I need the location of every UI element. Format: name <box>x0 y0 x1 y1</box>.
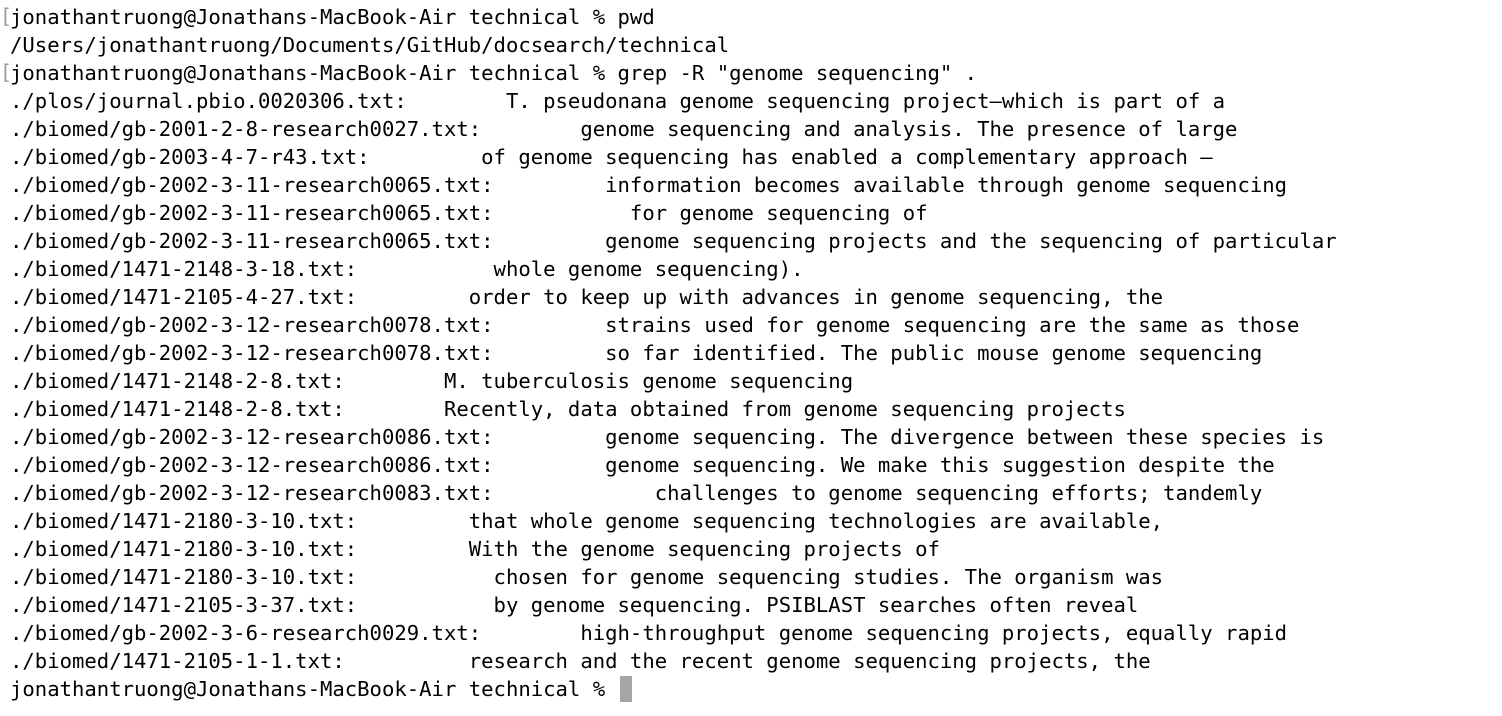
terminal-line-text: /Users/jonathantruong/Documents/GitHub/d… <box>10 33 730 57</box>
terminal-line: ./biomed/1471-2105-4-27.txt: order to ke… <box>0 283 1502 311</box>
terminal-line-text: ./biomed/1471-2105-1-1.txt: research and… <box>10 649 1151 673</box>
terminal-line-text: ./biomed/1471-2148-2-8.txt: Recently, da… <box>10 397 1126 421</box>
terminal-line: ./biomed/gb-2003-4-7-r43.txt: of genome … <box>0 143 1502 171</box>
terminal-line-text: ./biomed/gb-2002-3-12-research0078.txt: … <box>10 341 1263 365</box>
terminal-line-text: ./biomed/1471-2105-4-27.txt: order to ke… <box>10 285 1164 309</box>
terminal-line-text: ./biomed/gb-2003-4-7-r43.txt: of genome … <box>10 145 1213 169</box>
terminal-line-text: ./biomed/gb-2002-3-6-research0029.txt: h… <box>10 621 1288 645</box>
terminal-line-text: ./biomed/gb-2002-3-11-research0065.txt: … <box>10 229 1337 253</box>
terminal-line-text: ./biomed/1471-2180-3-10.txt: With the ge… <box>10 537 940 561</box>
terminal-output: [jonathantruong@Jonathans-MacBook-Air te… <box>0 3 1502 675</box>
terminal-line: ./biomed/gb-2002-3-12-research0078.txt: … <box>0 311 1502 339</box>
terminal-window[interactable]: [jonathantruong@Jonathans-MacBook-Air te… <box>0 0 1502 716</box>
terminal-line-text: ./biomed/1471-2148-2-8.txt: M. tuberculo… <box>10 369 854 393</box>
terminal-line: ./biomed/gb-2002-3-6-research0029.txt: h… <box>0 619 1502 647</box>
terminal-line: ./biomed/gb-2002-3-12-research0083.txt: … <box>0 479 1502 507</box>
terminal-line: ./biomed/1471-2105-1-1.txt: research and… <box>0 647 1502 675</box>
terminal-line: [jonathantruong@Jonathans-MacBook-Air te… <box>0 59 1502 87</box>
terminal-line: ./biomed/gb-2002-3-11-research0065.txt: … <box>0 171 1502 199</box>
terminal-line-text: ./plos/journal.pbio.0020306.txt: T. pseu… <box>10 89 1226 113</box>
terminal-line: ./biomed/gb-2002-3-12-research0086.txt: … <box>0 451 1502 479</box>
terminal-line: ./biomed/1471-2148-2-8.txt: M. tuberculo… <box>0 367 1502 395</box>
terminal-line-text: ./biomed/gb-2002-3-12-research0086.txt: … <box>10 453 1275 477</box>
terminal-line-text: ./biomed/1471-2148-3-18.txt: whole genom… <box>10 257 804 281</box>
command-mark: [ <box>0 60 13 84</box>
prompt-text: jonathantruong@Jonathans-MacBook-Air tec… <box>10 677 618 701</box>
terminal-line-text: ./biomed/gb-2002-3-12-research0083.txt: … <box>10 481 1263 505</box>
terminal-line: ./biomed/gb-2001-2-8-research0027.txt: g… <box>0 115 1502 143</box>
terminal-line: [jonathantruong@Jonathans-MacBook-Air te… <box>0 3 1502 31</box>
terminal-line-text: ./biomed/gb-2002-3-11-research0065.txt: … <box>10 201 928 225</box>
terminal-line-text: ./biomed/gb-2002-3-12-research0086.txt: … <box>10 425 1325 449</box>
terminal-line-text: ./biomed/1471-2105-3-37.txt: by genome s… <box>10 593 1139 617</box>
terminal-line: ./plos/journal.pbio.0020306.txt: T. pseu… <box>0 87 1502 115</box>
text-cursor <box>619 676 632 702</box>
terminal-line-text: jonathantruong@Jonathans-MacBook-Air tec… <box>10 5 655 29</box>
terminal-line: ./biomed/gb-2002-3-12-research0078.txt: … <box>0 339 1502 367</box>
terminal-line-text: ./biomed/gb-2001-2-8-research0027.txt: g… <box>10 117 1238 141</box>
terminal-line: ./biomed/gb-2002-3-11-research0065.txt: … <box>0 227 1502 255</box>
terminal-prompt-line[interactable]: jonathantruong@Jonathans-MacBook-Air tec… <box>0 675 1502 703</box>
terminal-line: /Users/jonathantruong/Documents/GitHub/d… <box>0 31 1502 59</box>
terminal-line-text: ./biomed/gb-2002-3-12-research0078.txt: … <box>10 313 1300 337</box>
terminal-line-text: ./biomed/gb-2002-3-11-research0065.txt: … <box>10 173 1288 197</box>
terminal-line: ./biomed/1471-2105-3-37.txt: by genome s… <box>0 591 1502 619</box>
terminal-line: ./biomed/gb-2002-3-11-research0065.txt: … <box>0 199 1502 227</box>
terminal-line: ./biomed/1471-2148-3-18.txt: whole genom… <box>0 255 1502 283</box>
terminal-line: ./biomed/1471-2180-3-10.txt: With the ge… <box>0 535 1502 563</box>
terminal-line: ./biomed/1471-2148-2-8.txt: Recently, da… <box>0 395 1502 423</box>
terminal-line: ./biomed/1471-2180-3-10.txt: chosen for … <box>0 563 1502 591</box>
terminal-line: ./biomed/1471-2180-3-10.txt: that whole … <box>0 507 1502 535</box>
terminal-line-text: ./biomed/1471-2180-3-10.txt: chosen for … <box>10 565 1164 589</box>
command-mark: [ <box>0 4 13 28</box>
terminal-line: ./biomed/gb-2002-3-12-research0086.txt: … <box>0 423 1502 451</box>
terminal-line-text: ./biomed/1471-2180-3-10.txt: that whole … <box>10 509 1164 533</box>
terminal-line-text: jonathantruong@Jonathans-MacBook-Air tec… <box>10 61 978 85</box>
